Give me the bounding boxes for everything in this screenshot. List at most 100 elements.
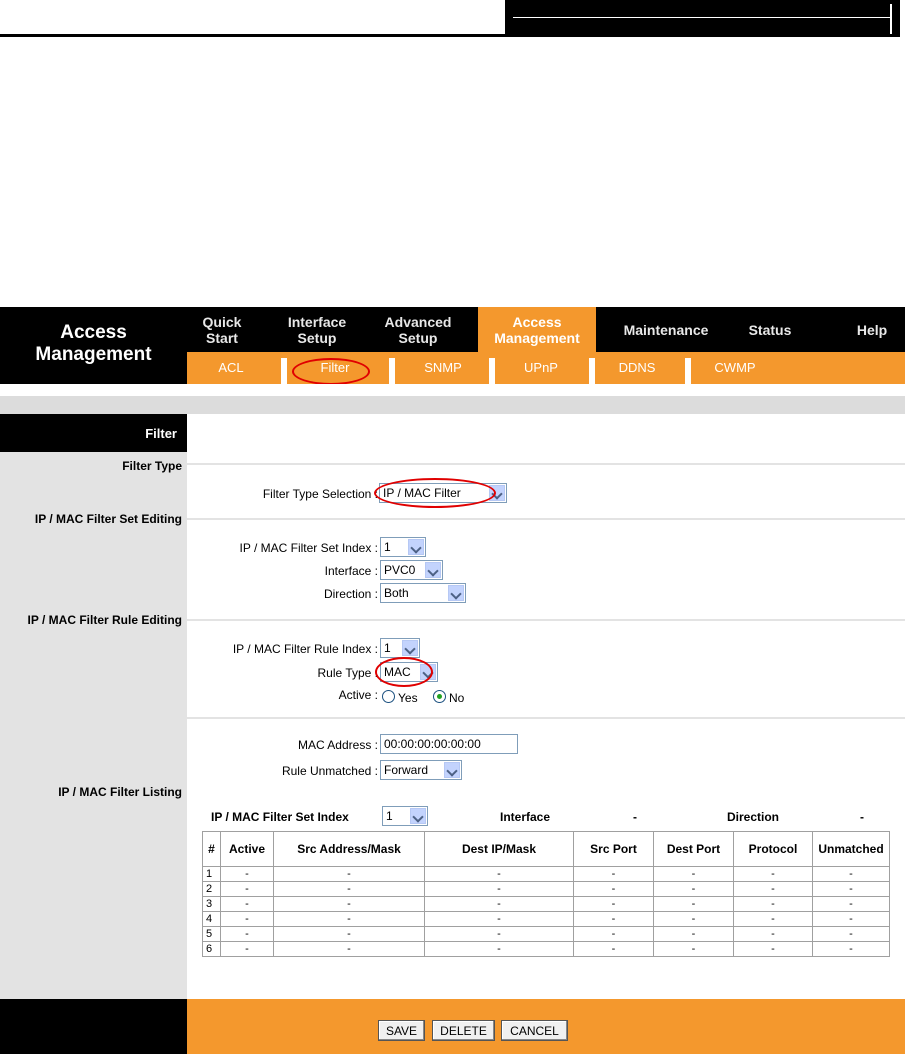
footer-button-bar: SAVE DELETE CANCEL xyxy=(187,999,905,1054)
chevron-down-icon xyxy=(420,664,436,680)
gray-divider xyxy=(0,396,905,414)
chevron-down-icon xyxy=(425,562,441,578)
table-cell: - xyxy=(653,896,734,912)
table-cell: - xyxy=(733,881,813,897)
rule-unmatched-select[interactable]: Forward xyxy=(380,760,462,780)
active-yes-label: Yes xyxy=(398,691,418,705)
interface-select[interactable]: PVC0 xyxy=(380,560,443,580)
footer-left xyxy=(0,999,187,1054)
table-cell: - xyxy=(424,926,574,942)
table-row: 6------- xyxy=(202,941,890,957)
table-row: 5------- xyxy=(202,926,890,942)
document-header-box xyxy=(505,0,900,37)
nav-status[interactable]: Status xyxy=(735,307,805,352)
router-admin-page: Access Management Quick Start Interface Se… xyxy=(0,307,905,1054)
subnav-upnp[interactable]: UPnP xyxy=(495,352,587,384)
table-cell: - xyxy=(653,911,734,927)
document-header-rule xyxy=(0,34,505,37)
listing-interface-label: Interface xyxy=(500,810,551,824)
delete-button[interactable]: DELETE xyxy=(432,1020,495,1041)
table-cell: - xyxy=(424,941,574,957)
subnav-snmp[interactable]: SNMP xyxy=(395,352,491,384)
rule-type-select[interactable]: MAC xyxy=(380,662,438,682)
table-row: 1------- xyxy=(202,866,890,882)
interface-value: PVC0 xyxy=(384,563,416,577)
cancel-button[interactable]: CANCEL xyxy=(501,1020,568,1041)
divider xyxy=(187,717,905,719)
column-header: Active xyxy=(220,831,274,867)
nav-interface-setup[interactable]: Interface Setup xyxy=(272,307,362,352)
table-cell: - xyxy=(273,911,425,927)
label-filter-type: Filter Type xyxy=(122,459,182,473)
brand-line-1: Access xyxy=(60,322,127,343)
listing-direction-value: - xyxy=(860,810,864,824)
listing-set-index-select[interactable]: 1 xyxy=(382,806,428,826)
label-set-editing: IP / MAC Filter Set Editing xyxy=(34,512,182,526)
table-cell: - xyxy=(220,881,274,897)
save-button[interactable]: SAVE xyxy=(378,1020,425,1041)
table-cell: - xyxy=(220,941,274,957)
section-brand-title: Access Management xyxy=(0,307,187,384)
nav-maintenance[interactable]: Maintenance xyxy=(607,307,725,352)
table-cell: - xyxy=(573,866,654,882)
table-cell: - xyxy=(220,866,274,882)
chevron-down-icon xyxy=(402,640,418,656)
sub-nav: ACL Filter SNMP UPnP DDNS CWMP xyxy=(187,352,905,384)
set-index-value: 1 xyxy=(384,540,391,554)
table-cell: - xyxy=(653,881,734,897)
spacer xyxy=(0,384,905,396)
listing-interface-value: - xyxy=(633,810,637,824)
subnav-ddns[interactable]: DDNS xyxy=(591,352,683,384)
table-cell: - xyxy=(424,881,574,897)
table-cell: - xyxy=(220,926,274,942)
table-cell: 5 xyxy=(202,926,221,942)
table-header-row: # Active Src Address/Mask Dest IP/Mask S… xyxy=(202,831,890,867)
table-cell: - xyxy=(733,896,813,912)
interface-label: Interface : xyxy=(324,564,378,578)
column-header: Dest Port xyxy=(653,831,734,867)
direction-select[interactable]: Both xyxy=(380,583,466,603)
set-index-label: IP / MAC Filter Set Index : xyxy=(239,541,379,555)
rule-type-value: MAC xyxy=(384,665,411,679)
table-cell: - xyxy=(812,926,890,942)
table-cell: - xyxy=(812,911,890,927)
nav-access-management[interactable]: Access Management xyxy=(478,307,596,352)
filter-type-select[interactable]: IP / MAC Filter xyxy=(379,483,507,503)
table-cell: - xyxy=(424,911,574,927)
column-header: Dest IP/Mask xyxy=(424,831,574,867)
active-yes-radio[interactable] xyxy=(382,690,395,703)
table-row: 4------- xyxy=(202,911,890,927)
nav-advanced-setup[interactable]: Advanced Setup xyxy=(370,307,466,352)
table-cell: - xyxy=(653,926,734,942)
table-cell: - xyxy=(573,941,654,957)
table-cell: - xyxy=(733,926,813,942)
mac-address-input[interactable]: 00:00:00:00:00:00 xyxy=(380,734,518,754)
label-rule-editing: IP / MAC Filter Rule Editing xyxy=(27,613,182,627)
table-cell: - xyxy=(273,866,425,882)
rule-index-select[interactable]: 1 xyxy=(380,638,420,658)
table-cell: - xyxy=(273,896,425,912)
filter-type-selection-label: Filter Type Selection : xyxy=(262,487,378,501)
set-index-select[interactable]: 1 xyxy=(380,537,426,557)
table-cell: - xyxy=(733,866,813,882)
subnav-acl[interactable]: ACL xyxy=(187,352,275,384)
nav-help[interactable]: Help xyxy=(842,307,902,352)
section-title-bar xyxy=(187,414,905,452)
subnav-cwmp[interactable]: CWMP xyxy=(695,352,775,384)
table-row: 2------- xyxy=(202,881,890,897)
column-header: Protocol xyxy=(733,831,813,867)
table-cell: 1 xyxy=(202,866,221,882)
subnav-filter[interactable]: Filter xyxy=(287,352,383,384)
nav-quick-start[interactable]: Quick Start xyxy=(187,307,257,352)
rule-unmatched-value: Forward xyxy=(384,763,429,777)
chevron-down-icon xyxy=(489,485,505,501)
table-cell: - xyxy=(220,911,274,927)
active-no-radio[interactable] xyxy=(433,690,446,703)
chevron-down-icon xyxy=(444,762,460,778)
rule-index-label: IP / MAC Filter Rule Index : xyxy=(232,642,378,656)
table-cell: - xyxy=(653,941,734,957)
table-cell: - xyxy=(573,896,654,912)
table-cell: - xyxy=(733,941,813,957)
column-header: Src Port xyxy=(573,831,654,867)
table-cell: - xyxy=(573,911,654,927)
